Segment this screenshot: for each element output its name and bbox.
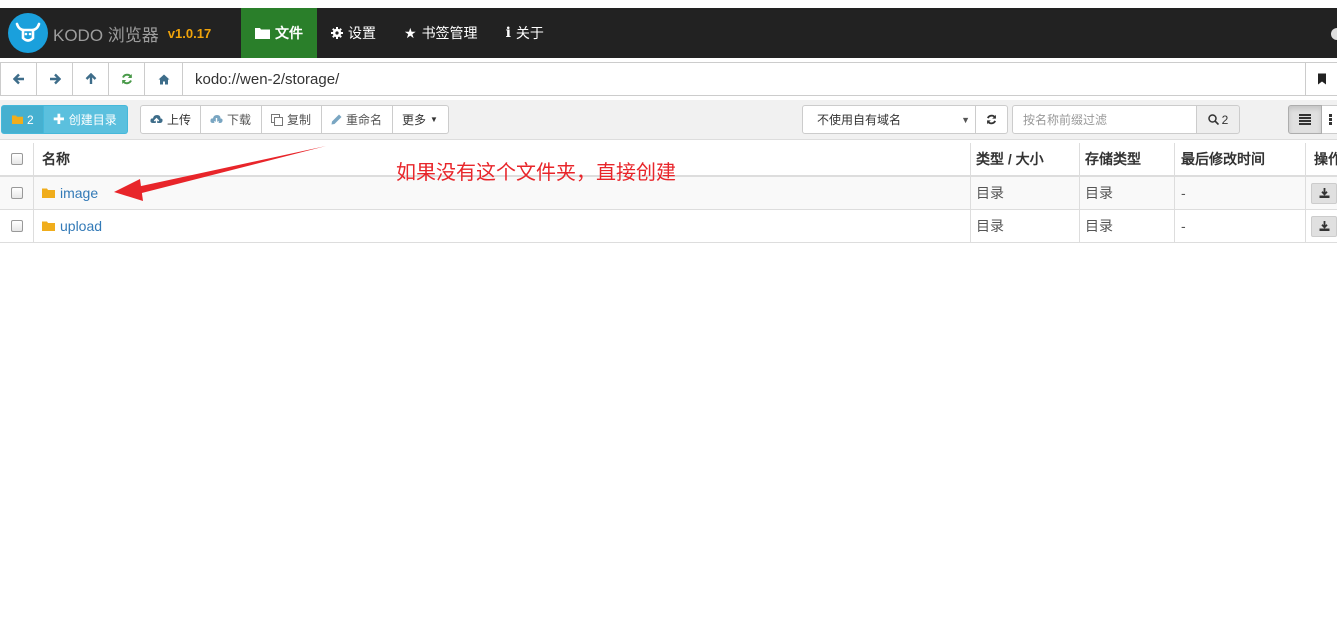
app-title: KODO 浏览器 <box>53 25 159 45</box>
column-storage-type[interactable]: 存储类型 <box>1080 143 1175 175</box>
address-bar: kodo://wen-2/storage/ <box>0 62 1337 96</box>
refresh-icon <box>121 73 132 85</box>
copy-label: 复制 <box>287 113 312 127</box>
bookmark-icon <box>1317 73 1326 85</box>
nav-tab-files[interactable]: 文件 <box>241 8 317 58</box>
folder-count-button[interactable]: 2 <box>1 105 44 134</box>
address-path[interactable]: kodo://wen-2/storage/ <box>183 63 1305 95</box>
nav-tab-bookmarks[interactable]: ★ 书签管理 <box>390 8 492 58</box>
navbar-edge <box>1331 28 1337 40</box>
folder-icon <box>42 221 55 231</box>
upload-button[interactable]: 上传 <box>140 105 201 134</box>
pencil-icon <box>331 114 342 125</box>
folder-link[interactable]: image <box>60 185 98 201</box>
rename-button[interactable]: 重命名 <box>322 105 393 134</box>
column-actions: 操作 <box>1314 151 1337 167</box>
cloud-download-icon <box>210 115 223 125</box>
arrow-right-icon <box>49 73 61 85</box>
cloud-upload-icon <box>150 115 163 125</box>
modified-cell: - <box>1175 210 1306 242</box>
search-icon <box>1207 114 1219 125</box>
refresh-icon <box>986 114 997 125</box>
arrow-up-icon <box>85 73 96 84</box>
folder-link[interactable]: upload <box>60 218 102 234</box>
download-icon <box>1319 221 1329 231</box>
search-result-count: 2 <box>1221 112 1229 127</box>
row-download-button[interactable] <box>1311 215 1337 237</box>
list-icon <box>1299 114 1311 125</box>
select-all-checkbox[interactable] <box>10 153 23 165</box>
actions-cell <box>1306 177 1337 209</box>
arrow-left-icon <box>12 73 24 85</box>
plus-icon: ✚ <box>53 111 65 127</box>
star-icon: ★ <box>404 24 417 41</box>
folder-icon <box>12 115 23 124</box>
row-download-button[interactable] <box>1311 182 1337 204</box>
kodo-logo-icon <box>8 13 48 53</box>
domain-select[interactable]: 不使用自有域名 ▼ <box>802 105 976 134</box>
download-icon <box>1319 188 1329 198</box>
row-checkbox[interactable] <box>10 220 23 232</box>
download-label: 下载 <box>227 113 252 127</box>
storage-cell: 目录 <box>1080 210 1175 242</box>
brand: KODO 浏览器 v1.0.17 <box>0 8 241 58</box>
domain-refresh-button[interactable] <box>976 105 1008 134</box>
upload-label: 上传 <box>167 113 192 127</box>
top-navbar: KODO 浏览器 v1.0.17 文件 设置 ★ 书签管理 i 关于 <box>0 8 1337 58</box>
storage-cell: 目录 <box>1080 177 1175 209</box>
gear-icon <box>331 27 343 39</box>
type-cell: 目录 <box>971 210 1080 242</box>
file-actions-group: 上传 下载 复制 重命名 更多 ▼ <box>140 105 449 134</box>
app-version: v1.0.17 <box>167 25 212 41</box>
copy-icon <box>271 113 283 126</box>
folder-count: 2 <box>27 112 34 127</box>
list-view-button[interactable] <box>1288 105 1322 134</box>
more-dropdown-button[interactable]: 更多 ▼ <box>393 105 449 134</box>
column-modified[interactable]: 最后修改时间 <box>1175 143 1306 175</box>
create-directory-button[interactable]: ✚ 创建目录 <box>44 105 128 134</box>
copy-button[interactable]: 复制 <box>262 105 322 134</box>
more-label: 更多 <box>402 113 427 127</box>
download-button[interactable]: 下载 <box>201 105 262 134</box>
annotation-text: 如果没有这个文件夹，直接创建 <box>396 160 676 184</box>
nav-tab-about[interactable]: i 关于 <box>492 8 558 58</box>
caret-down-icon: ▼ <box>430 115 438 124</box>
row-select-cell <box>0 177 34 209</box>
actions-cell <box>1306 210 1337 242</box>
nav-tab-settings-label: 设置 <box>348 25 376 41</box>
nav-tab-files-label: 文件 <box>275 25 303 41</box>
select-all-cell <box>0 143 34 175</box>
info-icon: i <box>505 25 511 41</box>
domain-select-value: 不使用自有域名 <box>817 113 902 127</box>
create-directory-label: 创建目录 <box>68 113 117 127</box>
folder-button-group: 2 ✚ 创建目录 <box>1 105 128 134</box>
row-select-cell <box>0 210 34 242</box>
column-type-size[interactable]: 类型 / 大小 <box>971 143 1080 175</box>
name-cell: upload <box>34 210 971 242</box>
modified-cell: - <box>1175 177 1306 209</box>
table-row[interactable]: upload 目录 目录 - <box>0 210 1337 243</box>
select-caret-icon: ▼ <box>961 115 970 125</box>
back-button[interactable] <box>1 63 37 95</box>
type-cell: 目录 <box>971 177 1080 209</box>
grid-icon <box>1329 114 1332 125</box>
grid-view-button[interactable] <box>1322 105 1337 134</box>
refresh-button[interactable] <box>109 63 145 95</box>
folder-icon <box>42 188 55 198</box>
nav-tab-about-label: 关于 <box>515 25 544 41</box>
home-icon <box>158 74 169 84</box>
nav-tab-bookmarks-label: 书签管理 <box>421 25 478 41</box>
up-button[interactable] <box>73 63 109 95</box>
row-checkbox[interactable] <box>10 187 23 199</box>
home-button[interactable] <box>145 63 183 95</box>
search-button[interactable]: 2 <box>1196 105 1240 134</box>
toolbar: 2 ✚ 创建目录 上传 下载 复制 重命名 更多 ▼ 不使用自有域名 ▼ 按名称… <box>0 100 1337 140</box>
folder-icon <box>255 28 270 39</box>
bookmark-button[interactable] <box>1305 63 1337 95</box>
nav-tab-settings[interactable]: 设置 <box>317 8 390 58</box>
forward-button[interactable] <box>37 63 73 95</box>
filter-input[interactable] <box>1012 105 1197 134</box>
rename-label: 重命名 <box>346 113 383 127</box>
